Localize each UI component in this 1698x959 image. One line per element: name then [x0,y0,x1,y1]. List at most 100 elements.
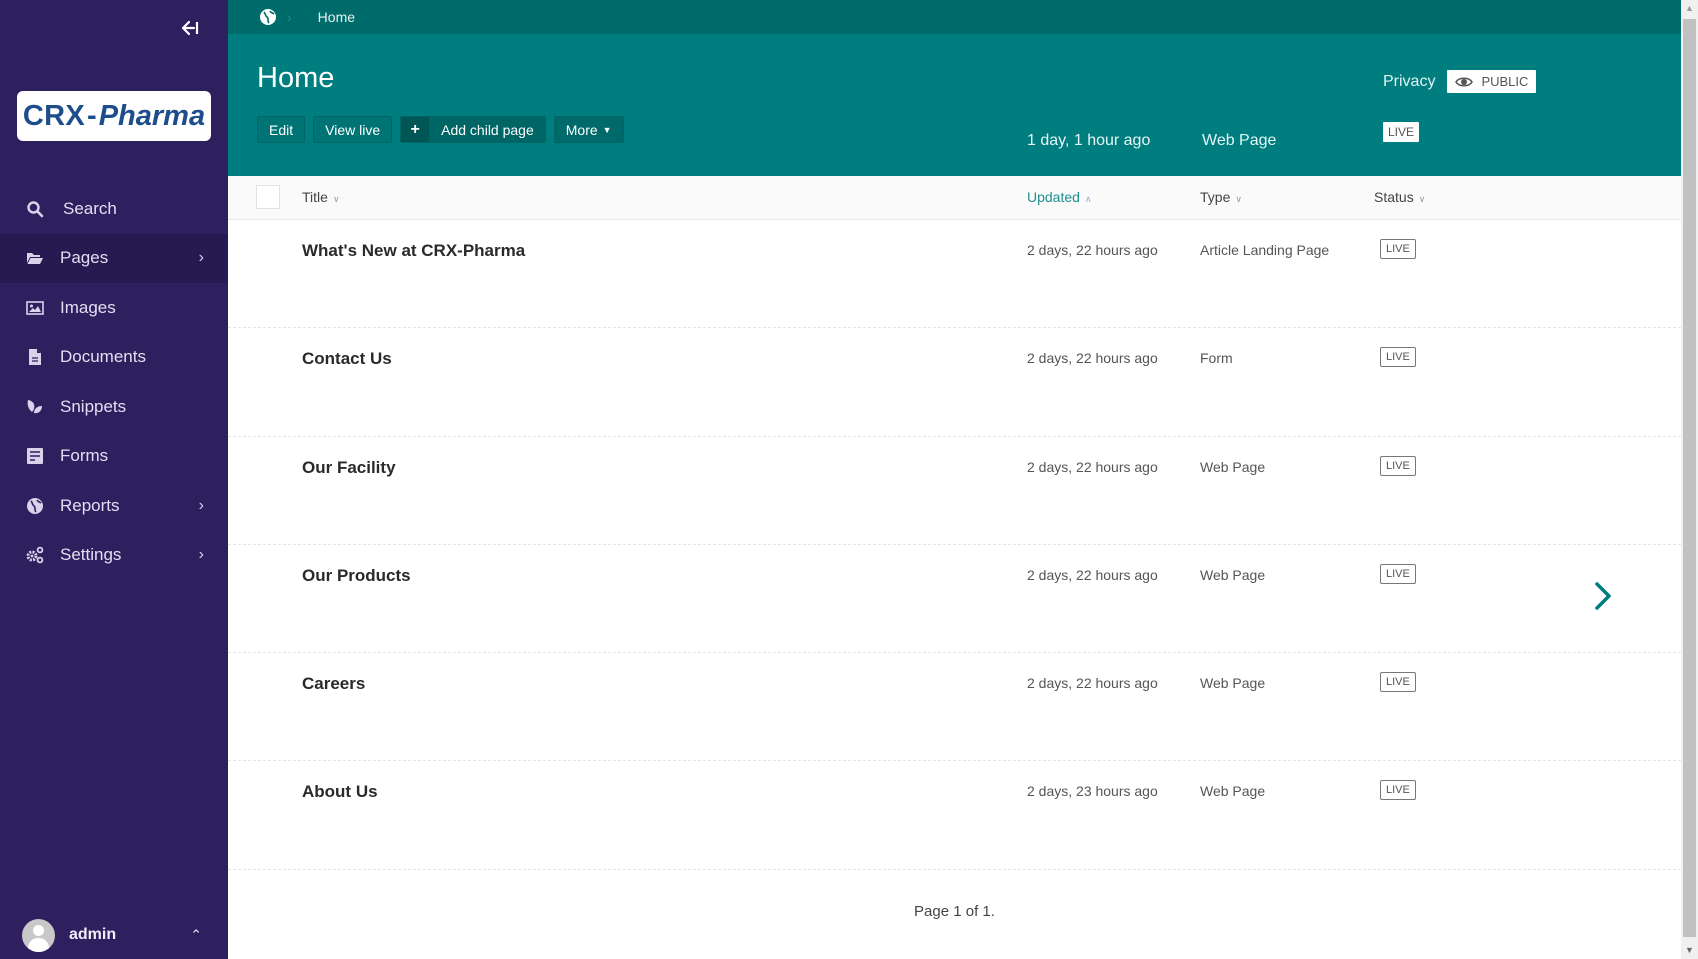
sidebar-item-label: Settings [60,545,122,565]
sidebar-item-label: Reports [60,495,120,515]
page-updated: 2 days, 22 hours ago [1027,350,1158,367]
status-badge: LIVE [1380,347,1416,368]
page-title-link[interactable]: Contact Us [302,349,392,369]
page-title-link[interactable]: What's New at CRX-Pharma [302,241,525,261]
column-header-type[interactable]: Type ∨ [1200,189,1242,205]
collapse-sidebar-button[interactable] [178,18,202,42]
avatar [22,918,55,952]
add-child-page-button[interactable]: + Add child page [400,116,546,143]
page-actions: Edit View live + Add child page More ▼ [257,116,624,143]
vertical-scrollbar[interactable]: ▲ ▼ [1681,0,1698,959]
page-updated: 2 days, 22 hours ago [1027,458,1158,475]
chevron-down-icon: ∨ [1235,194,1242,204]
page-title-link[interactable]: Careers [302,674,365,694]
status-badge: LIVE [1380,239,1416,259]
globe-icon[interactable] [259,8,277,26]
column-label: Title [302,189,328,205]
sidebar-item-label: Images [60,297,116,317]
view-live-button[interactable]: View live [313,116,393,143]
page-updated: 2 days, 22 hours ago [1027,566,1158,583]
privacy-public-button[interactable]: PUBLIC [1447,70,1537,93]
cogs-icon [26,546,44,564]
chevron-down-icon: ∨ [1418,194,1426,204]
status-badge: LIVE [1380,455,1416,476]
scroll-down-arrow-icon[interactable]: ▼ [1681,942,1698,959]
column-header-updated[interactable]: Updated ∧ [1027,189,1092,205]
page-type: Web Page [1200,566,1266,583]
sidebar-item-search[interactable]: Search [0,184,228,234]
main-content: › Home Home Edit View live + Add child p… [228,0,1681,959]
page-type: Form [1200,350,1233,367]
column-header-status[interactable]: Status ∨ [1374,189,1425,205]
edit-button[interactable]: Edit [257,116,306,143]
eye-icon [1455,77,1474,86]
column-label: Updated [1027,189,1080,205]
chevron-right-icon: › [198,249,204,267]
page-updated: 2 days, 22 hours ago [1027,675,1158,692]
logo-text-pharma: Pharma [98,99,206,132]
privacy-control: Privacy PUBLIC [1383,70,1537,93]
table-row[interactable]: What's New at CRX-Pharma 2 days, 22 hour… [228,220,1681,329]
snippets-leaf-icon [26,398,44,416]
page-title: Home [257,62,335,94]
table-header: Title ∨ Updated ∧ Type ∨ Status ∨ [228,176,1681,220]
page-type: Web Page [1200,458,1266,475]
search-icon [26,200,44,218]
form-icon [26,447,44,465]
page-list: What's New at CRX-Pharma 2 days, 22 hour… [228,220,1681,870]
scroll-up-arrow-icon[interactable]: ▲ [1681,0,1698,17]
status-badge: LIVE [1380,672,1416,693]
sidebar-item-forms[interactable]: Forms [0,432,228,482]
chevron-down-icon: ▼ [602,124,612,135]
sidebar-item-label: Documents [60,347,146,367]
table-row[interactable]: Careers 2 days, 22 hours ago Web Page LI… [228,653,1681,762]
page-header: Home Edit View live + Add child page Mor… [228,34,1681,176]
status-badge: LIVE [1383,122,1420,142]
select-all-checkbox[interactable] [256,185,280,209]
sidebar-item-label: Forms [60,446,109,466]
breadcrumb-separator: › [287,9,292,25]
chevron-up-icon: ⌃ [190,926,202,943]
status-badge: LIVE [1380,563,1416,584]
pagination-text: Page 1 of 1. [914,903,995,920]
sidebar-item-documents[interactable]: Documents [0,333,228,383]
table-row[interactable]: Our Products 2 days, 22 hours ago Web Pa… [228,545,1681,654]
column-label: Status [1374,189,1414,205]
page-type: Web Page [1202,132,1277,149]
page-type: Web Page [1200,675,1266,692]
chevron-right-icon: › [198,496,204,514]
sidebar-item-pages[interactable]: Pages › [0,233,228,283]
account-menu[interactable]: admin ⌃ [0,911,228,959]
page-updated: 1 day, 1 hour ago [1027,132,1151,149]
document-icon [26,348,44,366]
sidebar-item-reports[interactable]: Reports › [0,481,228,531]
table-row[interactable]: About Us 2 days, 23 hours ago Web Page L… [228,761,1681,870]
logo[interactable]: CRX - Pharma [17,91,211,141]
sidebar-item-label: Snippets [60,396,127,416]
page-title-link[interactable]: Our Products [302,566,411,586]
collapse-left-icon [181,20,199,36]
chevron-up-icon: ∧ [1084,194,1092,204]
sidebar-item-snippets[interactable]: Snippets [0,382,228,432]
sidebar-item-settings[interactable]: Settings › [0,531,228,581]
breadcrumb: › Home [228,0,1681,34]
page-type: Web Page [1200,783,1266,800]
sidebar-item-images[interactable]: Images [0,283,228,333]
account-name: admin [69,926,117,943]
breadcrumb-item-home[interactable]: Home [318,9,355,25]
page-title-link[interactable]: Our Facility [302,458,396,478]
add-child-page-label: Add child page [441,121,534,138]
chevron-down-icon: ∨ [332,194,340,204]
explore-children-chevron-icon[interactable] [1591,576,1615,616]
image-icon [26,299,44,317]
table-row[interactable]: Our Facility 2 days, 22 hours ago Web Pa… [228,437,1681,545]
logo-text-dash: - [87,99,97,132]
logo-text-crx: CRX [22,99,86,132]
scrollbar-thumb[interactable] [1683,19,1696,937]
column-header-title[interactable]: Title ∨ [302,189,340,205]
globe-icon [26,497,44,515]
page-title-link[interactable]: About Us [302,782,378,802]
table-row[interactable]: Contact Us 2 days, 22 hours ago Form LIV… [228,328,1681,437]
status-badge: LIVE [1380,780,1416,801]
more-dropdown-button[interactable]: More ▼ [553,116,624,143]
